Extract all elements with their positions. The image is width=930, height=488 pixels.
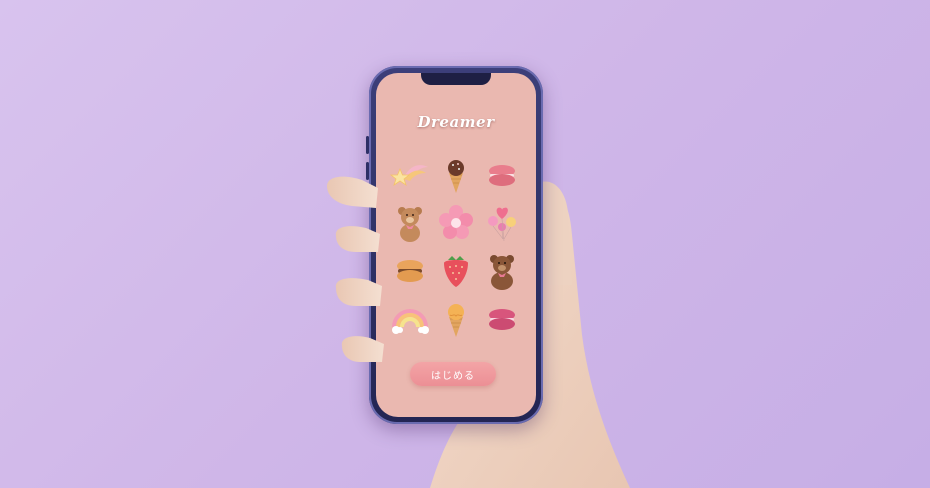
brown-bear-icon[interactable]: [479, 247, 525, 295]
fingers: [322, 172, 397, 387]
phone-screen: Dreamer はじめる: [376, 73, 536, 417]
start-button[interactable]: はじめる: [410, 362, 496, 386]
strawberry-icon[interactable]: [433, 247, 479, 295]
orange-ice-cream-icon[interactable]: [433, 295, 479, 343]
pink-flower-icon[interactable]: [433, 199, 479, 247]
volume-up-button: [366, 136, 369, 154]
phone-notch: [421, 73, 491, 85]
app-title: Dreamer: [417, 113, 495, 131]
heart-balloons-icon[interactable]: [479, 199, 525, 247]
sticker-grid: [387, 151, 525, 343]
magenta-macaron-icon[interactable]: [479, 295, 525, 343]
chocolate-ice-cream-icon[interactable]: [433, 151, 479, 199]
pink-macaron-icon[interactable]: [479, 151, 525, 199]
